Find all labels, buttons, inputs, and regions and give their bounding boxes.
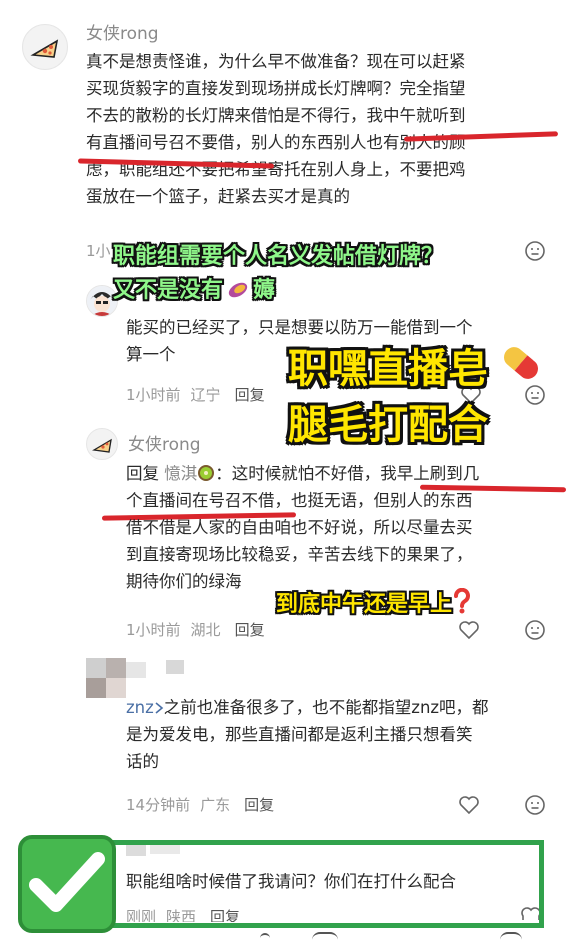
comment-text-line: 个直播间在号召不借，也挺无语，但别人的东西 <box>126 491 473 510</box>
reply-button[interactable]: 回复 <box>235 386 265 404</box>
bottom-bar-partial <box>260 930 522 938</box>
avatar[interactable] <box>22 24 68 70</box>
username[interactable]: 女侠rong <box>128 430 201 455</box>
overlay-annotation: 职能组需要个人名义发帖借灯牌？ <box>113 244 444 269</box>
dislike-face-icon[interactable] <box>524 240 546 262</box>
comment-text-line: 不去的散粉的长灯牌来借怕是不得行，我中午就听到 <box>86 106 466 125</box>
comment-text-line: 之前也准备很多了，也不能都指望znz吧，都 <box>163 698 489 717</box>
pill-emoji-icon <box>503 347 538 379</box>
checkmark-badge <box>18 835 116 933</box>
red-question-mark-icon <box>454 587 470 614</box>
sweet-potato-emoji-icon <box>228 282 248 298</box>
overlay-annotation: 薅 <box>253 278 276 303</box>
comment-location: 辽宁 <box>190 386 221 404</box>
like-heart-icon[interactable] <box>458 795 480 815</box>
green-highlight-box <box>104 840 544 928</box>
mosaic-avatar <box>86 658 186 698</box>
comment-time: 1小时前 <box>126 621 181 639</box>
comment-location: 广东 <box>200 796 231 814</box>
avatar[interactable] <box>86 428 118 460</box>
comment-text-line: 是为爱发电，那些直播间都是返利主播只想看笑 <box>126 725 473 744</box>
comment-text-line: ：这时候就怕不好借，我早上刷到几 <box>215 464 480 483</box>
reply-button[interactable]: 回复 <box>235 621 265 639</box>
username[interactable]: 女侠rong <box>86 19 159 44</box>
comment-text-line: 蛋放在一个篮子，赶紧去买才是真的 <box>86 187 350 206</box>
checkmark-icon <box>29 852 105 912</box>
pizza-avatar-icon <box>92 438 112 453</box>
kiwi-emoji-icon <box>198 465 215 481</box>
overlay-annotation: 职嘿直播皂 <box>288 346 488 392</box>
reply-target-username[interactable]: 憶淇 <box>164 464 197 483</box>
comment-text-line: 到直接寄现场比较稳妥，辛苦去线下的果果了， <box>126 545 473 564</box>
comment-time: 14分钟前 <box>126 796 191 814</box>
overlay-annotation: 到底中午还是早上 <box>276 592 453 617</box>
comment-time: 1小 <box>86 242 111 260</box>
comment-text-line: 真不是想责怪谁，为什么早不做准备？现在可以赶紧 <box>86 52 466 71</box>
reply-button[interactable]: 回复 <box>244 796 274 814</box>
comment-text-line: 借不借是人家的自由咱也不好说，所以尽量去买 <box>126 518 473 537</box>
dislike-face-icon[interactable] <box>524 619 546 641</box>
dislike-face-icon[interactable] <box>524 794 546 816</box>
reply-prefix: 回复 <box>126 464 159 483</box>
overlay-annotation: 又不是没有 <box>113 278 224 303</box>
pizza-avatar-icon <box>30 39 59 58</box>
comment-location: 湖北 <box>190 621 221 639</box>
like-heart-icon[interactable] <box>458 620 480 640</box>
mention-marker-icon <box>155 702 164 714</box>
overlay-annotation: 腿毛打配合 <box>288 402 488 448</box>
comment-text-line: 话的 <box>126 752 159 771</box>
comment-text-line: 买现货毅字的直接发到现场拼成长灯牌啊？完全指望 <box>86 79 466 98</box>
comment-time: 1小时前 <box>126 386 181 404</box>
mention-link[interactable]: znz <box>126 698 154 717</box>
